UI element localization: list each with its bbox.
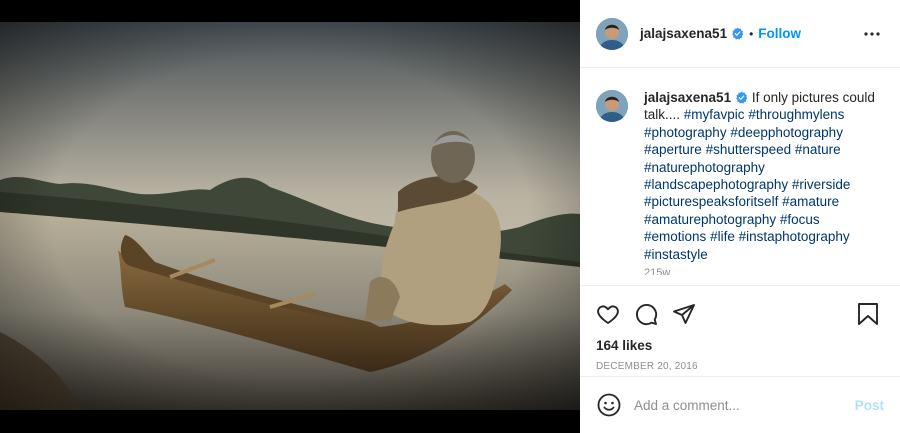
post-date: DECEMBER 20, 2016 xyxy=(596,361,698,372)
likes-count[interactable]: 164 likes xyxy=(596,338,884,353)
post-actions: 164 likes DECEMBER 20, 2016 xyxy=(580,285,900,376)
bookmark-icon[interactable] xyxy=(856,302,880,326)
follow-button[interactable]: Follow xyxy=(758,26,801,41)
hashtag-link[interactable]: #instastyle xyxy=(644,247,708,262)
post-sidebar: jalajsaxena51 • Follow jalajsaxena51 If … xyxy=(580,0,900,433)
verified-badge-icon xyxy=(731,27,744,40)
hashtag-link[interactable]: #emotions xyxy=(644,229,706,244)
hashtag-link[interactable]: #myfavpic xyxy=(684,107,745,122)
hashtag-link[interactable]: #naturephotography xyxy=(644,160,765,175)
comments-section[interactable]: jalajsaxena51 If only pictures could tal… xyxy=(580,68,900,285)
post-photo[interactable] xyxy=(0,22,580,410)
hashtag-link[interactable]: #throughmylens xyxy=(748,107,844,122)
emoji-icon[interactable] xyxy=(596,392,622,418)
caption-timestamp[interactable]: 215w xyxy=(644,267,884,275)
hashtag-link[interactable]: #focus xyxy=(780,212,820,227)
caption-avatar[interactable] xyxy=(596,90,628,122)
caption-username[interactable]: jalajsaxena51 xyxy=(644,90,731,105)
hashtag-link[interactable]: #picturespeaksforitself xyxy=(644,194,778,209)
comment-bar: Post xyxy=(580,376,900,433)
hashtag-link[interactable]: #deepphotography xyxy=(730,125,843,140)
hashtag-link[interactable]: #amature xyxy=(782,194,839,209)
more-options-icon[interactable] xyxy=(860,22,884,46)
separator-dot: • xyxy=(749,26,754,41)
comment-input[interactable] xyxy=(634,397,855,413)
hashtag-link[interactable]: #nature xyxy=(795,142,841,157)
post-header: jalajsaxena51 • Follow xyxy=(580,0,900,68)
hashtag-link[interactable]: #shutterspeed xyxy=(706,142,792,157)
hashtag-link[interactable]: #aperture xyxy=(644,142,702,157)
hashtag-link[interactable]: #life xyxy=(710,229,735,244)
hashtag-link[interactable]: #instaphotography xyxy=(739,229,850,244)
caption-text: jalajsaxena51 If only pictures could tal… xyxy=(644,89,878,263)
caption: jalajsaxena51 If only pictures could tal… xyxy=(596,89,884,263)
verified-badge-icon xyxy=(735,91,748,104)
header-username[interactable]: jalajsaxena51 xyxy=(640,26,727,41)
hashtag-link[interactable]: #landscapephotography xyxy=(644,177,788,192)
post-button[interactable]: Post xyxy=(855,398,884,413)
share-icon[interactable] xyxy=(672,302,696,326)
photo-pane xyxy=(0,0,580,433)
hashtag-link[interactable]: #riverside xyxy=(792,177,851,192)
comment-icon[interactable] xyxy=(634,302,658,326)
hashtag-link[interactable]: #photography xyxy=(644,125,727,140)
post-modal: jalajsaxena51 • Follow jalajsaxena51 If … xyxy=(0,0,900,433)
heart-icon[interactable] xyxy=(596,302,620,326)
avatar[interactable] xyxy=(596,17,628,50)
hashtag-link[interactable]: #amaturephotography xyxy=(644,212,776,227)
caption-hashtags: #myfavpic #throughmylens #photography #d… xyxy=(644,107,850,261)
